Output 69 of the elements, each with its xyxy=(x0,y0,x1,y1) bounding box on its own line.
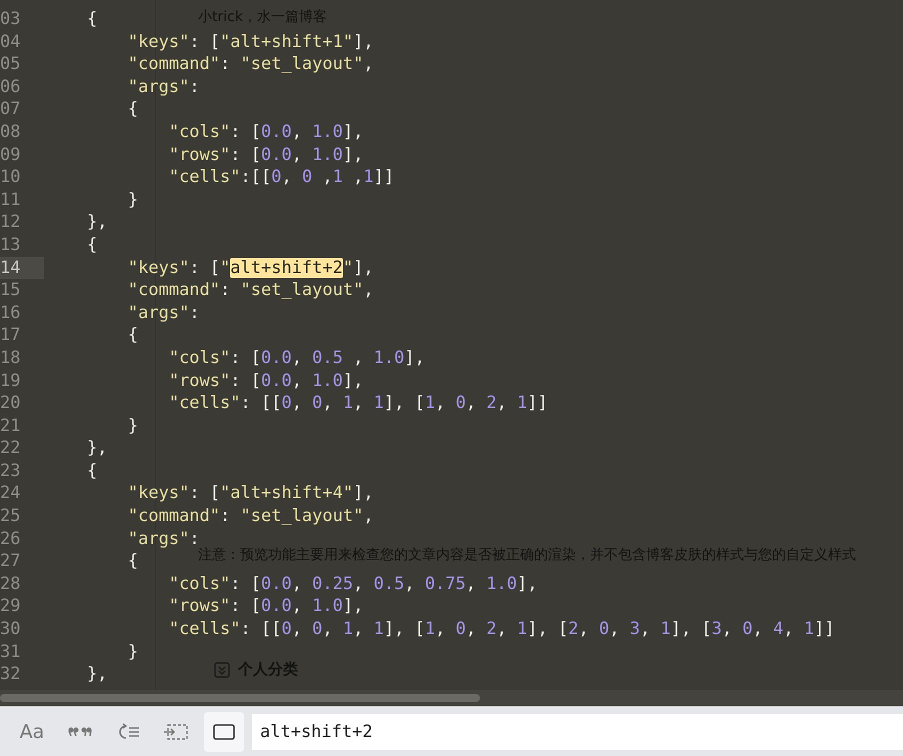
code-line: "cols": [0.0, 0.5 , 1.0], xyxy=(168,346,425,370)
code-line: "keys": ["alt+shift+1"], xyxy=(126,30,374,54)
line-number: 30 xyxy=(0,618,22,641)
code-line: { xyxy=(86,460,98,482)
line-number: 07 xyxy=(0,98,22,121)
code-line: } xyxy=(126,414,138,438)
line-number: 11 xyxy=(0,188,22,212)
line-number: 16 xyxy=(0,302,22,324)
rectangle-icon xyxy=(213,724,235,740)
code-line: } xyxy=(126,188,138,212)
line-number: 31 xyxy=(0,640,22,664)
line-number: 14 xyxy=(0,256,44,280)
line-number: 18 xyxy=(0,346,22,370)
code-line: "cells": [[0, 0, 1, 1], [1, 0, 2, 1], [2, 0, 3, 1], [3, 0, 4, 1]] xyxy=(168,618,835,641)
line-number: 09 xyxy=(0,144,22,166)
line-number: 32 xyxy=(0,663,22,686)
line-number: 19 xyxy=(0,370,22,392)
code-line: { xyxy=(126,98,138,121)
code-line: "cols": [0.0, 0.25, 0.5, 0.75, 1.0], xyxy=(168,572,538,596)
line-number: 15 xyxy=(0,279,22,302)
code-line: "command": "set_layout", xyxy=(126,279,374,302)
collapse-icon xyxy=(214,662,230,678)
code-line: "command": "set_layout", xyxy=(126,505,374,528)
code-line: } xyxy=(126,640,138,664)
code-line: "args": xyxy=(126,528,200,549)
code-line: { xyxy=(86,8,98,31)
line-number: 13 xyxy=(0,234,22,257)
code-line: "rows": [0.0, 1.0], xyxy=(168,370,364,392)
code-line: "cells": [[0, 0, 1, 1], [1, 0, 2, 1]] xyxy=(168,392,548,415)
line-number: 05 xyxy=(0,53,22,76)
line-number: 06 xyxy=(0,76,22,98)
line-number: 27 xyxy=(0,550,22,573)
code-line: }, xyxy=(86,663,108,686)
case-sensitive-toggle[interactable]: Aa xyxy=(12,712,52,752)
line-number: 25 xyxy=(0,505,22,528)
code-line: { xyxy=(126,550,138,573)
code-line: "args": xyxy=(126,302,200,324)
code-line: }, xyxy=(86,211,108,234)
line-number: 21 xyxy=(0,414,22,438)
code-line: "rows": [0.0, 1.0], xyxy=(168,144,364,166)
line-number: 17 xyxy=(0,324,22,347)
quote-marks-icon xyxy=(67,726,93,738)
line-number: 22 xyxy=(0,437,22,460)
code-line: "rows": [0.0, 1.0], xyxy=(168,595,364,618)
line-number: 04 xyxy=(0,30,22,54)
code-line: "command": "set_layout", xyxy=(126,53,374,76)
in-selection-icon xyxy=(164,722,188,740)
line-number: 03 xyxy=(0,8,22,31)
line-number: 24 xyxy=(0,482,22,506)
line-number: 23 xyxy=(0,460,22,482)
code-line: "cells":[[0, 0 ,1 ,1]] xyxy=(168,166,394,189)
code-line: { xyxy=(126,324,138,347)
line-number: 29 xyxy=(0,595,22,618)
code-line: { xyxy=(86,234,98,257)
line-number: 20 xyxy=(0,392,22,415)
code-line: "keys": ["alt+shift+2"], xyxy=(126,256,374,280)
code-line: "cols": [0.0, 1.0], xyxy=(168,120,364,144)
find-input-field[interactable]: alt+shift+2 xyxy=(252,714,903,750)
line-number: 08 xyxy=(0,120,22,144)
line-number: 28 xyxy=(0,572,22,596)
code-line: "keys": ["alt+shift+4"], xyxy=(126,482,374,506)
wrap-icon xyxy=(116,722,140,740)
highlight-matches-toggle[interactable] xyxy=(204,712,244,752)
line-number: 12 xyxy=(0,211,22,234)
code-line: }, xyxy=(86,437,108,460)
line-number: 10 xyxy=(0,166,22,189)
line-number: 26 xyxy=(0,528,22,550)
horizontal-scrollbar[interactable] xyxy=(0,690,903,706)
code-line: "args": xyxy=(126,76,200,98)
